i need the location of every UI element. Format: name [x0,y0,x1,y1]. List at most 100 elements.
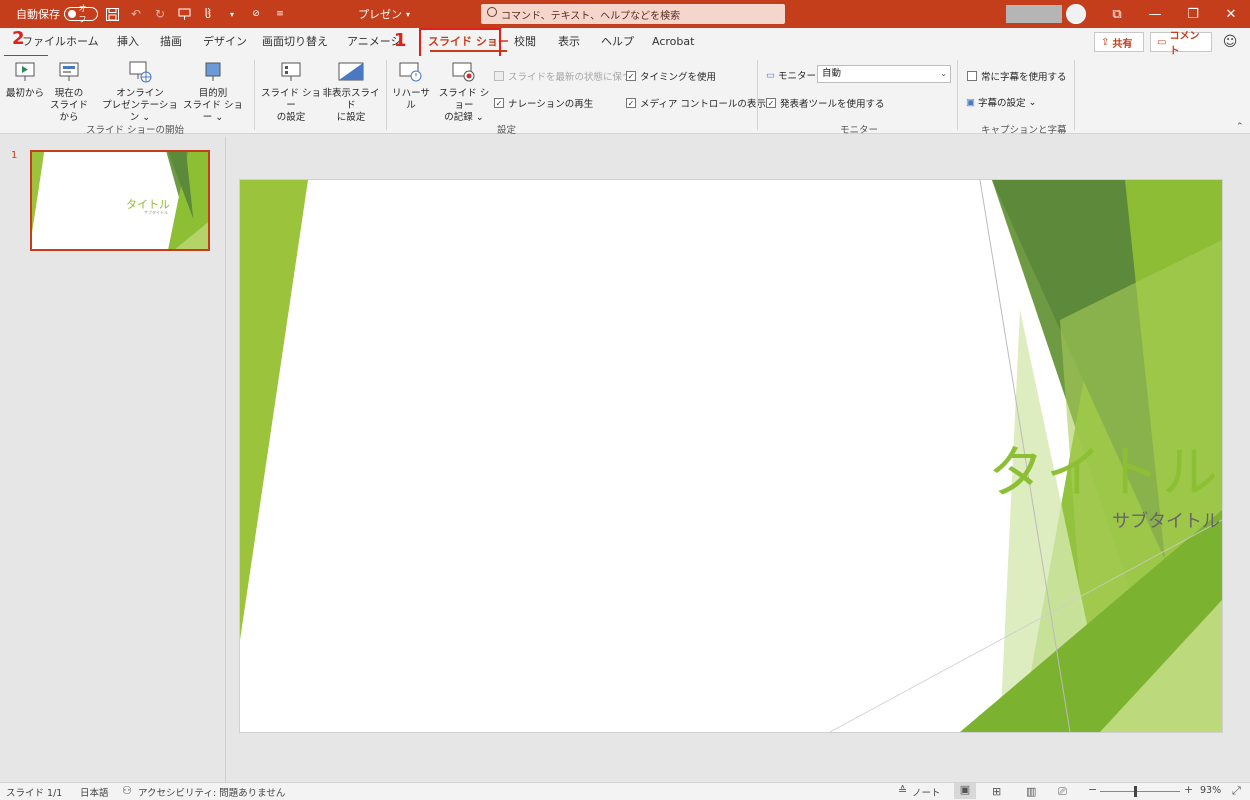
search-box[interactable]: コマンド、テキスト、ヘルプなどを検索 [481,4,785,24]
avatar[interactable] [1066,4,1086,24]
notes-icon: ≙ [898,784,908,797]
group-label-setup: 設定 [497,125,517,136]
thumbnail-graphic [32,152,208,249]
custom-show-icon [199,58,227,86]
step-2-label: 2 [12,28,25,49]
subtitle-settings-button[interactable]: ▣ 字幕の設定 ⌄ [966,95,1036,110]
record-slideshow-button[interactable]: スライド ショー の記録 ⌄ [434,58,494,124]
fit-to-window-icon[interactable]: ⤢ [1232,784,1241,798]
autosave[interactable]: 自動保存 オフ [16,0,98,28]
autosave-label: 自動保存 [16,8,60,21]
group-label-start: スライド ショーの開始 [86,125,185,136]
tab-help[interactable]: ヘルプ [601,28,634,56]
slide-subtitle[interactable]: サブタイトル [760,507,1220,533]
tab-view[interactable]: 表示 [558,28,580,56]
more-commands-icon[interactable]: ≡ [272,6,288,22]
monitor-dropdown[interactable]: 自動 ⌄ [817,65,951,83]
accessibility-icon: ⚇ [122,784,132,797]
quick-access-toolbar: ↶ ↻ ჱ ▾ ⊘ ≡ [104,0,288,28]
zoom-slider[interactable] [1100,791,1180,792]
monitor-label: ▭ モニター: [766,69,820,83]
thumbnail-pane: 1 タイトル サブタイトル [0,137,226,782]
rehearse-timings-button[interactable]: リハーサル [388,58,434,112]
accessibility-status[interactable]: アクセシビリティ: 問題ありません [138,785,285,799]
use-timings-checkbox[interactable]: ✓ タイミングを使用 [626,69,716,83]
tab-insert[interactable]: 挿入 [117,28,139,56]
normal-view-icon[interactable]: ▣ [954,783,976,799]
online-presentation-button[interactable]: オンライン プレゼンテーション ⌄ [100,58,180,124]
document-title[interactable]: プレゼン ▾ [358,0,410,28]
tab-file[interactable]: ファイル [22,28,66,56]
hide-slide-button[interactable]: 非表示スライド に設定 [320,58,382,124]
always-subtitles-checkbox[interactable]: 常に字幕を使用する [967,69,1067,83]
close-icon[interactable]: ✕ [1214,0,1248,28]
undo-icon[interactable]: ↶ [128,6,144,22]
from-beginning-button[interactable]: 最初から [6,58,44,100]
slide-count: スライド 1/1 [6,788,63,799]
touch-mode-icon[interactable]: ჱ [200,6,216,22]
rehearse-icon [397,58,425,86]
title-bar: 自動保存 オフ ↶ ↻ ჱ ▾ ⊘ ≡ プレゼン ▾ コマンド、テキスト、ヘルプな… [0,0,1250,28]
current-slide-icon [55,58,83,86]
tab-home[interactable]: ホーム [66,28,99,56]
thumbnail-number: 1 [11,150,18,161]
tab-animations[interactable]: アニメーション [347,28,401,56]
language-indicator[interactable]: 日本語 [80,785,109,799]
slide-thumbnail[interactable]: タイトル サブタイトル [30,150,210,251]
monitor-icon: ▭ [766,69,775,81]
tab-acrobat[interactable]: Acrobat [652,28,694,56]
minimize-icon[interactable]: — [1138,0,1172,28]
setup-slideshow-button[interactable]: スライド ショー の設定 [260,58,322,124]
ribbon-tabs: ファイル ホーム 挿入 描画 デザイン 画面切り替え アニメーション スライド … [0,28,1250,57]
step-1-label: 1 [394,30,407,51]
group-label-monitor: モニター [840,125,879,136]
thumbnail-subtitle: サブタイトル [144,210,168,215]
dropdown-icon[interactable]: ▾ [224,6,240,22]
slideshow-view-icon[interactable]: ⎚ [1058,785,1067,799]
subtitle-icon: ▣ [966,96,975,108]
restore-icon[interactable]: ❐ [1176,0,1210,28]
redo-icon[interactable]: ↻ [152,6,168,22]
play-from-start-icon [11,58,39,86]
slide-sorter-icon[interactable]: ⊞ [992,785,1001,798]
record-icon [450,58,478,86]
show-media-controls-checkbox[interactable]: ✓ メディア コントロールの表示 [626,96,766,110]
present-icon[interactable] [176,6,192,22]
hide-slide-icon [337,58,365,86]
chevron-down-icon: ⌄ [940,69,947,78]
status-bar: スライド 1/1 日本語 ⚇ アクセシビリティ: 問題ありません ≙ ノート ▣… [0,782,1250,800]
tab-review[interactable]: 校閲 [514,28,536,56]
custom-slideshow-button[interactable]: 目的別 スライド ショー ⌄ [180,58,246,124]
customize-toolbar-icon[interactable]: ⊘ [248,6,264,22]
from-current-slide-button[interactable]: 現在の スライドから [46,58,92,124]
user-name-redacted[interactable] [1006,5,1062,23]
feedback-smiley-icon[interactable]: ☺ [1222,34,1238,50]
play-narrations-checkbox[interactable]: ✓ ナレーションの再生 [494,96,593,110]
share-icon: ⇪ [1101,36,1110,48]
slide-canvas[interactable]: タイトル サブタイトル [240,180,1222,732]
zoom-level[interactable]: 93% [1200,785,1221,796]
presenter-view-checkbox[interactable]: ✓ 発表者ツールを使用する [766,96,885,110]
comment-icon: ▭ [1157,36,1167,48]
ribbon: 最初から 現在の スライドから オンライン プレゼンテーション ⌄ 目的別 スラ… [0,56,1250,136]
autosave-toggle[interactable]: オフ [64,4,98,24]
share-button[interactable]: ⇪ 共有 [1094,32,1144,52]
zoom-in-icon[interactable]: + [1184,783,1193,796]
zoom-out-icon[interactable]: − [1088,783,1097,796]
keep-slides-updated-checkbox[interactable]: スライドを最新の状態に保つ [494,69,632,83]
search-icon [487,7,497,17]
comment-button[interactable]: ▭ コメント [1150,31,1212,57]
collapse-ribbon-icon[interactable]: ⌃ [1236,122,1244,132]
tab-design[interactable]: デザイン [203,28,247,56]
group-label-captions: キャプションと字幕 [981,125,1067,136]
tab-transitions[interactable]: 画面切り替え [262,28,328,56]
zoom-slider-thumb[interactable] [1134,786,1137,797]
tab-draw[interactable]: 描画 [160,28,182,56]
save-icon[interactable] [104,6,120,22]
setup-show-icon [277,58,305,86]
notes-button[interactable]: ノート [912,785,941,799]
reading-view-icon[interactable]: ▥ [1026,785,1036,798]
ribbon-display-icon[interactable]: ⧉ [1100,0,1134,28]
slide-title[interactable]: タイトル [760,428,1220,509]
online-present-icon [126,58,154,86]
